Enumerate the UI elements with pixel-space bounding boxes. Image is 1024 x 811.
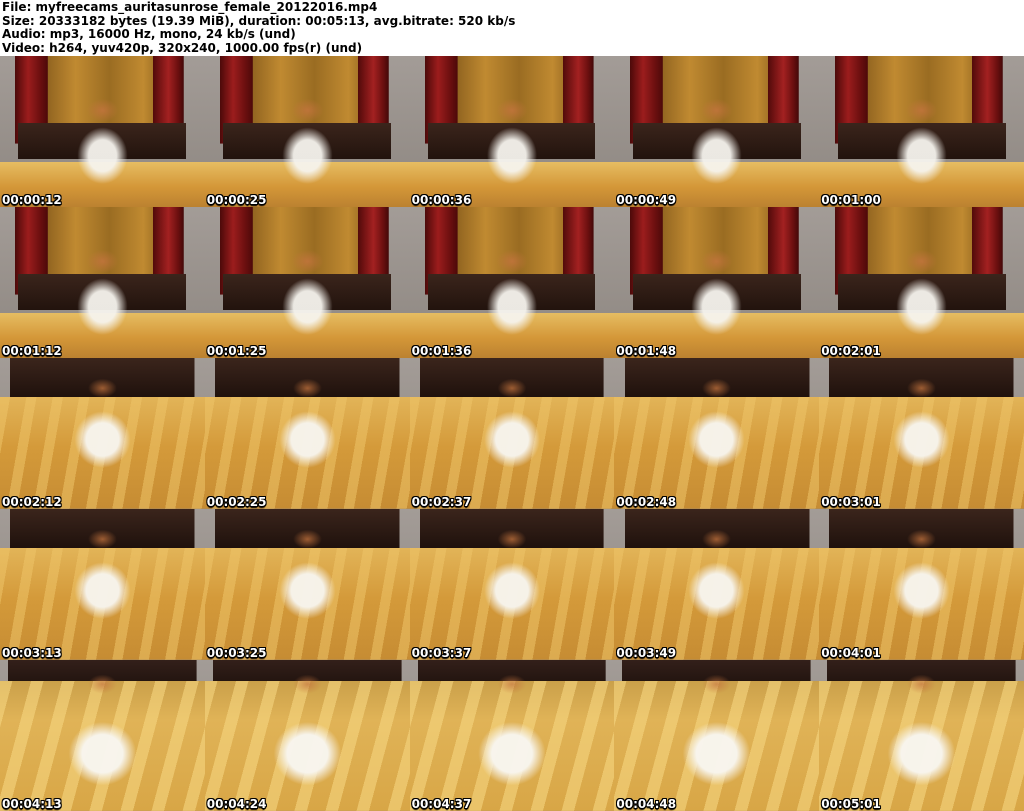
size-info-line: Size: 20333182 bytes (19.39 MiB), durati… xyxy=(2,13,516,28)
video-frame-thumbnail: 00:05:01 xyxy=(819,660,1024,811)
frame-timestamp: 00:03:01 xyxy=(821,495,881,509)
video-frame-thumbnail: 00:01:36 xyxy=(409,207,615,358)
video-frame-thumbnail: 00:02:37 xyxy=(409,358,615,509)
video-frame-thumbnail: 00:00:49 xyxy=(614,56,820,207)
frame-timestamp: 00:02:37 xyxy=(411,495,472,509)
video-frame-thumbnail: 00:03:25 xyxy=(204,509,410,660)
video-frame-thumbnail: 00:04:37 xyxy=(409,660,615,811)
video-frame-thumbnail: 00:03:49 xyxy=(614,509,820,660)
frame-timestamp: 00:02:12 xyxy=(2,495,62,509)
frame-timestamp: 00:01:25 xyxy=(206,344,267,358)
frame-timestamp: 00:00:36 xyxy=(411,193,472,207)
frame-timestamp: 00:04:01 xyxy=(821,646,881,660)
video-frame-thumbnail: 00:00:36 xyxy=(409,56,615,207)
frame-timestamp: 00:03:37 xyxy=(411,646,472,660)
video-frame-thumbnail: 00:04:01 xyxy=(819,509,1024,660)
frame-timestamp: 00:00:25 xyxy=(206,193,267,207)
frame-timestamp: 00:01:36 xyxy=(411,344,472,358)
frame-timestamp: 00:01:12 xyxy=(2,344,62,358)
frame-timestamp: 00:02:48 xyxy=(616,495,677,509)
frame-timestamp: 00:02:01 xyxy=(821,344,881,358)
frame-timestamp: 00:01:48 xyxy=(616,344,677,358)
video-frame-thumbnail: 00:02:48 xyxy=(614,358,820,509)
frame-timestamp: 00:01:00 xyxy=(821,193,881,207)
file-info-line: File: myfreecams_auritasunrose_female_20… xyxy=(2,0,378,14)
frame-timestamp: 00:04:48 xyxy=(616,797,677,811)
video-frame-thumbnail: 00:01:48 xyxy=(614,207,820,358)
audio-info-line: Audio: mp3, 16000 Hz, mono, 24 kb/s (und… xyxy=(2,27,296,41)
frame-timestamp: 00:05:01 xyxy=(821,797,881,811)
frame-timestamp: 00:00:12 xyxy=(2,193,62,207)
video-frame-thumbnail: 00:00:25 xyxy=(204,56,410,207)
video-info-line: Video: h264, yuv420p, 320x240, 1000.00 f… xyxy=(2,40,363,55)
frame-timestamp: 00:02:25 xyxy=(206,495,267,509)
video-frame-thumbnail: 00:04:48 xyxy=(614,660,820,811)
thumbnail-grid: 00:00:12 00:00:25 00:00:36 00:00:49 00:0… xyxy=(0,56,1024,811)
frame-timestamp: 00:03:25 xyxy=(206,646,267,660)
frame-timestamp: 00:03:49 xyxy=(616,646,677,660)
frame-timestamp: 00:04:13 xyxy=(2,797,62,811)
video-frame-thumbnail: 00:02:12 xyxy=(0,358,205,509)
thumbnail-sheet: File: myfreecams_auritasunrose_female_20… xyxy=(0,0,1024,811)
frame-timestamp: 00:00:49 xyxy=(616,193,677,207)
video-frame-thumbnail: 00:01:12 xyxy=(0,207,205,358)
video-frame-thumbnail: 00:01:25 xyxy=(204,207,410,358)
frame-timestamp: 00:04:24 xyxy=(206,797,267,811)
video-frame-thumbnail: 00:04:13 xyxy=(0,660,205,811)
video-frame-thumbnail: 00:03:37 xyxy=(409,509,615,660)
frame-timestamp: 00:03:13 xyxy=(2,646,62,660)
video-frame-thumbnail: 00:00:12 xyxy=(0,56,205,207)
frame-timestamp: 00:04:37 xyxy=(411,797,472,811)
video-frame-thumbnail: 00:02:01 xyxy=(819,207,1024,358)
video-frame-thumbnail: 00:01:00 xyxy=(819,56,1024,207)
media-info-header: File: myfreecams_auritasunrose_female_20… xyxy=(0,0,1024,56)
video-frame-thumbnail: 00:03:01 xyxy=(819,358,1024,509)
video-frame-thumbnail: 00:03:13 xyxy=(0,509,205,660)
video-frame-thumbnail: 00:04:24 xyxy=(204,660,410,811)
video-frame-thumbnail: 00:02:25 xyxy=(204,358,410,509)
